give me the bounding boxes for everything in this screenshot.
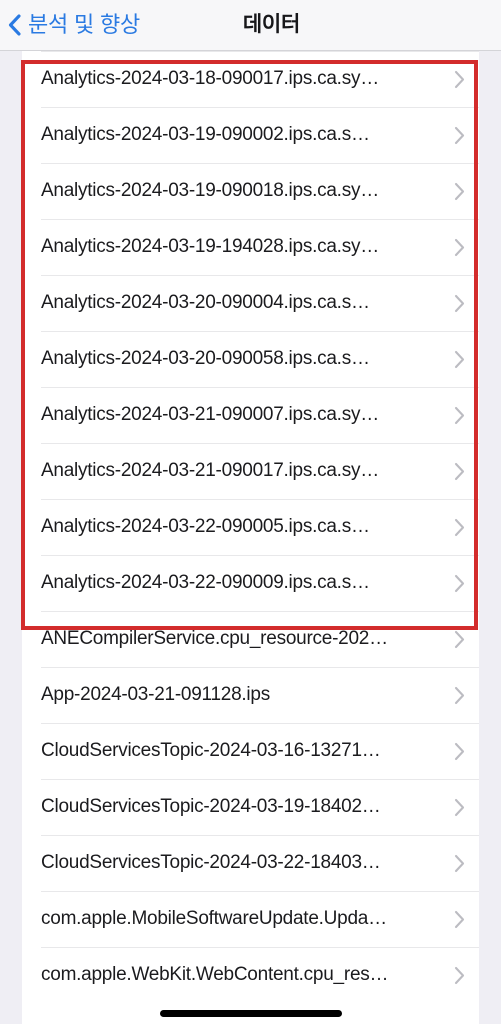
chevron-right-icon bbox=[454, 294, 465, 312]
list-item-label: Analytics-2024-03-22-090005.ips.ca.s… bbox=[41, 516, 370, 537]
list-item-label: Analytics-2024-03-22-090009.ips.ca.s… bbox=[41, 572, 370, 593]
chevron-right-icon bbox=[454, 798, 465, 816]
list-item[interactable]: ANECompilerService.cpu_resource-202… bbox=[22, 611, 479, 667]
list-item-label: Analytics-2024-03-21-090017.ips.ca.sy… bbox=[41, 460, 379, 481]
list-item[interactable]: com.apple.MobileSoftwareUpdate.Upda… bbox=[22, 891, 479, 947]
list-item[interactable]: CloudServicesTopic-2024-03-16-13271… bbox=[22, 723, 479, 779]
chevron-right-icon bbox=[454, 630, 465, 648]
list-item-label: CloudServicesTopic-2024-03-22-18403… bbox=[41, 852, 381, 873]
list-item[interactable]: Analytics-2024-03-20-090058.ips.ca.s… bbox=[22, 331, 479, 387]
chevron-right-icon bbox=[454, 350, 465, 368]
back-button[interactable]: 분석 및 향상 bbox=[8, 0, 140, 50]
navigation-bar: 분석 및 향상 데이터 bbox=[0, 0, 501, 51]
list-item-label: App-2024-03-21-091128.ips bbox=[41, 684, 270, 705]
list-item-label: Analytics-2024-03-21-090007.ips.ca.sy… bbox=[41, 404, 379, 425]
list-item[interactable]: Analytics-2024-03-21-090017.ips.ca.sy… bbox=[22, 443, 479, 499]
list-item-label: Analytics-2024-03-19-194028.ips.ca.sy… bbox=[41, 236, 379, 257]
list-item[interactable]: Analytics-2024-03-19-194028.ips.ca.sy… bbox=[22, 219, 479, 275]
list-item-label: Analytics-2024-03-18-090017.ips.ca.sy… bbox=[41, 68, 379, 89]
list-item-label: Analytics-2024-03-20-090004.ips.ca.s… bbox=[41, 292, 370, 313]
chevron-right-icon bbox=[454, 70, 465, 88]
list-item-label: com.apple.MobileSoftwareUpdate.Upda… bbox=[41, 908, 387, 929]
chevron-right-icon bbox=[454, 910, 465, 928]
chevron-right-icon bbox=[454, 182, 465, 200]
list-item[interactable]: Analytics-2024-03-22-090009.ips.ca.s… bbox=[22, 555, 479, 611]
list-item-label: Analytics-2024-03-20-090058.ips.ca.s… bbox=[41, 348, 370, 369]
chevron-right-icon bbox=[454, 518, 465, 536]
chevron-right-icon bbox=[454, 966, 465, 984]
chevron-left-icon bbox=[8, 14, 21, 36]
list-item-label: CloudServicesTopic-2024-03-19-18402… bbox=[41, 796, 381, 817]
list-item[interactable]: Analytics-2024-03-21-090007.ips.ca.sy… bbox=[22, 387, 479, 443]
data-list: Analytics-2024-03-18-090017.ips.ca.sy… An… bbox=[22, 51, 479, 1024]
list-item-label: Analytics-2024-03-19-090018.ips.ca.sy… bbox=[41, 180, 379, 201]
chevron-right-icon bbox=[454, 238, 465, 256]
back-button-label: 분석 및 향상 bbox=[28, 12, 141, 37]
list-item[interactable]: Analytics-2024-03-19-090002.ips.ca.s… bbox=[22, 107, 479, 163]
list-item[interactable]: App-2024-03-21-091128.ips bbox=[22, 667, 479, 723]
chevron-right-icon bbox=[454, 574, 465, 592]
chevron-right-icon bbox=[454, 462, 465, 480]
list-item-label: ANECompilerService.cpu_resource-202… bbox=[41, 628, 388, 649]
list-item[interactable]: CloudServicesTopic-2024-03-19-18402… bbox=[22, 779, 479, 835]
list-item[interactable]: com.apple.WebKit.WebContent.cpu_res… bbox=[22, 947, 479, 1003]
chevron-right-icon bbox=[454, 406, 465, 424]
list-item-label: com.apple.WebKit.WebContent.cpu_res… bbox=[41, 964, 389, 985]
list-item[interactable]: Analytics-2024-03-18-090017.ips.ca.sy… bbox=[22, 51, 479, 107]
chevron-right-icon bbox=[454, 686, 465, 704]
list-item[interactable]: Analytics-2024-03-22-090005.ips.ca.s… bbox=[22, 499, 479, 555]
list-item[interactable]: Analytics-2024-03-20-090004.ips.ca.s… bbox=[22, 275, 479, 331]
home-indicator bbox=[159, 1010, 342, 1017]
chevron-right-icon bbox=[454, 126, 465, 144]
list-item-label: Analytics-2024-03-19-090002.ips.ca.s… bbox=[41, 124, 370, 145]
list-item[interactable]: CloudServicesTopic-2024-03-22-18403… bbox=[22, 835, 479, 891]
list-item[interactable]: Analytics-2024-03-19-090018.ips.ca.sy… bbox=[22, 163, 479, 219]
chevron-right-icon bbox=[454, 742, 465, 760]
list-item-label: CloudServicesTopic-2024-03-16-13271… bbox=[41, 740, 381, 761]
data-list-scroll-area[interactable]: Analytics-2024-03-18-090017.ips.ca.sy… An… bbox=[0, 51, 501, 1024]
chevron-right-icon bbox=[454, 854, 465, 872]
